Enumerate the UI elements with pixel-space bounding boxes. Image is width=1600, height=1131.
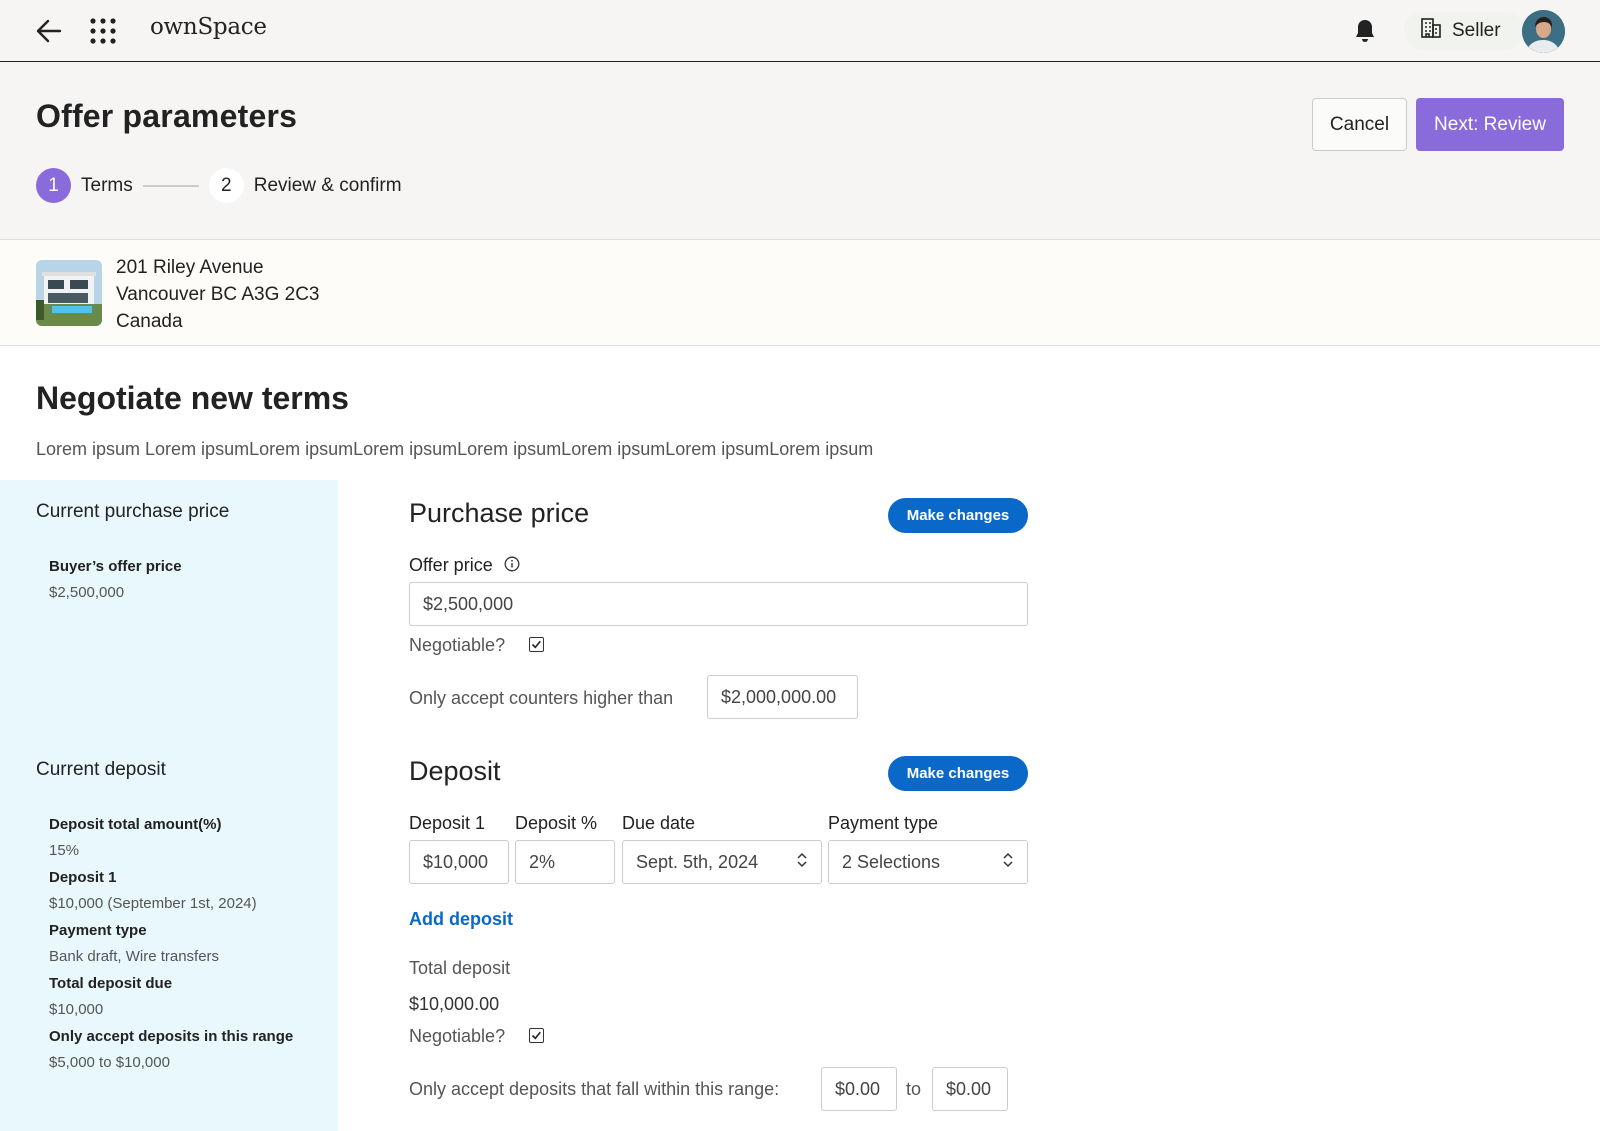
payment-type-select-value: 2 Selections <box>842 851 941 872</box>
current-terms-sidebar: Current purchase price Buyer’s offer pri… <box>0 480 338 1131</box>
section-description: Lorem ipsum Lorem ipsumLorem ipsumLorem … <box>36 439 874 459</box>
due-date-label: Due date <box>622 813 696 833</box>
next-review-button[interactable]: Next: Review <box>1416 98 1564 151</box>
payment-type-value: Bank draft, Wire transfers <box>49 948 220 965</box>
step-2-label[interactable]: Review & confirm <box>254 175 402 197</box>
property-thumbnail <box>36 260 102 326</box>
counter-threshold-label: Only accept counters higher than <box>409 688 674 708</box>
deposit-title: Deposit <box>409 756 501 786</box>
step-2-number[interactable]: 2 <box>208 168 244 203</box>
add-deposit-link[interactable]: Add deposit <box>409 909 513 930</box>
building-icon <box>1420 17 1452 45</box>
offer-price-label: Offer price <box>409 555 520 577</box>
deposit-range-label: Only accept deposits in this range <box>49 1028 294 1045</box>
payment-type-field-label: Payment type <box>828 813 939 833</box>
stepper: 1 Terms 2 Review & confirm <box>36 168 402 203</box>
address-line-1: 201 Riley Avenue <box>116 257 264 278</box>
deposit-negotiable-checkbox[interactable] <box>529 1028 544 1043</box>
deposit-range-value: $5,000 to $10,000 <box>49 1054 170 1071</box>
current-deposit-heading: Current deposit <box>36 759 166 780</box>
back-arrow-icon[interactable] <box>36 18 62 44</box>
offer-header: Offer parameters Cancel Next: Review 1 T… <box>0 62 1600 240</box>
buyer-offer-value: $2,500,000 <box>49 584 125 601</box>
address-line-2: Vancouver BC A3G 2C3 <box>116 284 320 305</box>
deposit-percent-input[interactable] <box>515 840 615 884</box>
property-address-bar: 201 Riley Avenue Vancouver BC A3G 2C3 Ca… <box>0 240 1600 346</box>
deposit-1-input[interactable] <box>409 840 509 884</box>
notification-bell-icon[interactable] <box>1353 18 1377 44</box>
avatar[interactable] <box>1522 10 1565 53</box>
purchase-make-changes-button[interactable]: Make changes <box>888 498 1028 533</box>
total-deposit-value: $10,000.00 <box>409 994 500 1014</box>
deposit-negotiable-label: Negotiable? <box>409 1026 506 1046</box>
payment-type-label: Payment type <box>49 922 147 939</box>
app-grid-icon[interactable] <box>90 18 116 44</box>
purchase-negotiable-label: Negotiable? <box>409 635 506 655</box>
due-date-select[interactable]: Sept. 5th, 2024 <box>622 840 822 884</box>
top-bar: ownSpace Seller <box>0 0 1600 62</box>
offer-price-input[interactable] <box>409 582 1028 626</box>
due-date-value: Sept. 5th, 2024 <box>636 851 759 872</box>
deposit-make-changes-button[interactable]: Make changes <box>888 756 1028 791</box>
deposit-total-label: Deposit total amount(%) <box>49 816 222 833</box>
deposit-1-label: Deposit 1 <box>49 869 117 886</box>
deposit-total-value: 15% <box>49 842 80 859</box>
chevron-updown-icon <box>1002 852 1014 873</box>
deposit-range-max-input[interactable] <box>932 1067 1008 1111</box>
deposit-range-prompt: Only accept deposits that fall within th… <box>409 1079 780 1099</box>
buyer-offer-label: Buyer’s offer price <box>49 558 182 575</box>
section-title: Negotiate new terms <box>36 380 349 416</box>
step-1-label[interactable]: Terms <box>81 175 133 197</box>
offer-price-label-text: Offer price <box>409 555 493 575</box>
purchase-negotiable-checkbox[interactable] <box>529 637 544 652</box>
step-1-number[interactable]: 1 <box>36 168 71 203</box>
counter-threshold-input[interactable] <box>707 675 858 719</box>
cancel-button[interactable]: Cancel <box>1312 98 1407 151</box>
range-to-label: to <box>906 1079 922 1099</box>
deposit-range-min-input[interactable] <box>821 1067 897 1111</box>
deposit-1-field-label: Deposit 1 <box>409 813 486 833</box>
brand-logo[interactable]: ownSpace <box>150 14 267 40</box>
total-deposit-due-label: Total deposit due <box>49 975 173 992</box>
role-label: Seller <box>1452 20 1501 41</box>
total-deposit-label: Total deposit <box>409 958 511 978</box>
deposit-percent-label: Deposit % <box>515 813 598 833</box>
role-switcher[interactable]: Seller <box>1404 12 1524 50</box>
address-line-3: Canada <box>116 311 183 332</box>
total-deposit-due-value: $10,000 <box>49 1001 104 1018</box>
purchase-price-title: Purchase price <box>409 498 590 528</box>
payment-type-select[interactable]: 2 Selections <box>828 840 1028 884</box>
info-icon[interactable] <box>504 556 520 577</box>
chevron-updown-icon <box>796 852 808 873</box>
page-title: Offer parameters <box>36 98 298 134</box>
property-address: 201 Riley Avenue Vancouver BC A3G 2C3 Ca… <box>116 254 319 335</box>
current-purchase-heading: Current purchase price <box>36 501 230 522</box>
step-connector <box>142 184 199 187</box>
deposit-1-value: $10,000 (September 1st, 2024) <box>49 895 257 912</box>
